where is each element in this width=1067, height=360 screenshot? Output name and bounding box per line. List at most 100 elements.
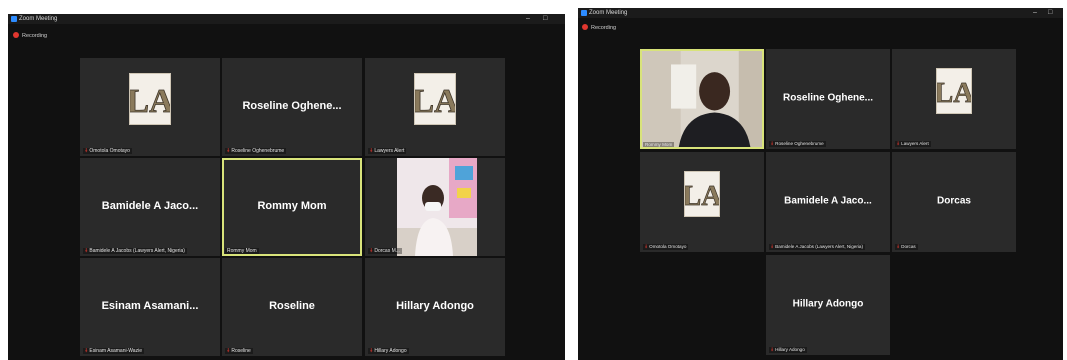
participant-tile[interactable]: LA ⸸Lawyers Alert — [892, 49, 1016, 149]
participant-display-name: Dorcas — [937, 195, 971, 207]
participant-name: Bamidele A Jacobs (Lawyers Alert, Nigeri… — [89, 248, 185, 254]
recording-indicator[interactable]: Recording — [13, 31, 48, 40]
participant-tile[interactable]: Roseline Oghene... ⸸ Roseline Oghenebrume — [222, 58, 362, 156]
participant-display-name: Hillary Adongo — [792, 298, 864, 310]
participant-name: Hillary Adongo — [374, 348, 407, 354]
record-icon — [13, 31, 19, 38]
participant-display-name: Rommy Mom — [257, 199, 327, 212]
participant-name-label: ⸸ Dorcas — [895, 244, 918, 250]
participant-name-label: ⸸ Roseline — [225, 348, 253, 354]
record-icon — [582, 23, 588, 30]
participant-name-label: ⸸ Omotola Omotayo — [83, 148, 132, 154]
title-bar: Zoom Meeting – □ — [8, 14, 565, 24]
minimize-button[interactable]: – — [526, 14, 530, 24]
participant-video — [397, 158, 477, 256]
participant-name: Bamidele A Jacobs (Lawyers Alert, Nigeri… — [775, 244, 863, 249]
participant-tile[interactable]: Rommy Mom — [640, 49, 764, 149]
participant-display-name: Bamidele A Jaco... — [784, 195, 872, 207]
zoom-window-right: Zoom Meeting – □ Recording Rommy Mom Rose… — [578, 8, 1063, 360]
muted-mic-icon: ⸸ — [897, 141, 900, 146]
maximize-button[interactable]: □ — [543, 14, 547, 24]
svg-text:LA: LA — [415, 83, 455, 120]
participant-name-label: ⸸ Roseline Oghenebrume — [225, 148, 287, 154]
title-bar: Zoom Meeting – □ — [578, 8, 1063, 18]
participant-tile[interactable]: Rommy Mom Rommy Mom — [222, 158, 362, 256]
muted-mic-icon: ⸸ — [897, 244, 900, 249]
participant-display-name: Roseline Oghene... — [242, 99, 342, 112]
participant-name: Esinam Asamani-Wazie — [89, 348, 142, 354]
participant-tile[interactable]: Bamidele A Jaco... ⸸ Bamidele A Jacobs (La… — [766, 152, 890, 252]
minimize-button[interactable]: – — [1033, 8, 1037, 18]
participant-tile[interactable]: LA ⸸Omotola Omotayo — [80, 58, 220, 156]
participant-tile[interactable]: Esinam Asamani... ⸸ Esinam Asamani-Wazie — [80, 258, 220, 356]
svg-text:LA: LA — [685, 180, 719, 212]
participant-name: Lawyers Alert — [901, 141, 929, 146]
participant-name-label: ⸸ Hillary Adongo — [769, 347, 807, 353]
muted-mic-icon: ⸸ — [227, 148, 230, 154]
muted-mic-icon: ⸸ — [370, 348, 373, 354]
muted-mic-icon: ⸸ — [645, 244, 648, 249]
muted-mic-icon: ⸸ — [370, 148, 373, 154]
participant-name: Roseline Oghenebrume — [231, 148, 285, 154]
participant-name: Omotola Omotayo — [649, 244, 687, 249]
lawyers-alert-logo: LA — [129, 73, 171, 126]
recording-indicator[interactable]: Recording — [582, 23, 617, 32]
participant-video — [642, 51, 762, 147]
participant-display-name: Roseline Oghene... — [782, 92, 874, 104]
participant-name-label: ⸸ Esinam Asamani-Wazie — [83, 348, 144, 354]
participant-tile[interactable]: LA ⸸Lawyers Alert — [365, 58, 505, 156]
participant-name-label: Rommy Mom — [225, 248, 259, 254]
muted-mic-icon: ⸸ — [771, 347, 774, 352]
window-title: Zoom Meeting — [589, 10, 628, 16]
participant-name: Roseline — [231, 348, 251, 354]
window-title: Zoom Meeting — [19, 16, 58, 22]
participant-display-name: Roseline — [269, 299, 315, 312]
muted-mic-icon: ⸸ — [227, 348, 230, 354]
zoom-window-left: Zoom Meeting – □ Recording LA ⸸ Omotola Om… — [8, 14, 565, 360]
participant-tile[interactable]: Hillary Adongo ⸸ Hillary Adongo — [365, 258, 505, 356]
muted-mic-icon: ⸸ — [370, 248, 373, 254]
muted-mic-icon: ⸸ — [85, 348, 88, 354]
participant-tile[interactable]: Roseline ⸸ Roseline — [222, 258, 362, 356]
participant-display-name: Bamidele A Jaco... — [101, 199, 199, 212]
participant-tile[interactable]: Roseline Oghene... ⸸ Roseline Oghenebrume — [766, 49, 890, 149]
participant-name-label: ⸸ Bamidele A Jacobs (Lawyers Alert, Niger… — [769, 244, 865, 250]
muted-mic-icon: ⸸ — [771, 141, 774, 146]
participant-name: Dorcas M... — [374, 248, 400, 254]
participant-name-label: ⸸ Lawyers Alert — [895, 141, 931, 147]
participant-name-label: ⸸ Roseline Oghenebrume — [769, 141, 826, 147]
participant-tile[interactable]: Bamidele A Jaco... ⸸ Bamidele A Jacobs (La… — [80, 158, 220, 256]
participant-tile[interactable]: Hillary Adongo ⸸ Hillary Adongo — [766, 255, 890, 355]
muted-mic-icon: ⸸ — [771, 244, 774, 249]
lawyers-alert-logo: LA — [936, 68, 972, 114]
participant-name-label: ⸸ Lawyers Alert — [368, 148, 407, 154]
participant-display-name: Esinam Asamani... — [101, 299, 199, 312]
zoom-app-icon — [581, 10, 587, 16]
muted-mic-icon: ⸸ — [85, 148, 88, 154]
lawyers-alert-logo: LA — [684, 171, 720, 217]
svg-text:LA: LA — [937, 77, 971, 109]
participant-name: Dorcas — [901, 244, 916, 249]
participant-name-label: ⸸ Hillary Adongo — [368, 348, 409, 354]
participant-name-label: ⸸ Omotola Omotayo — [643, 244, 689, 250]
participant-tile[interactable]: Dorcas ⸸ Dorcas — [892, 152, 1016, 252]
maximize-button[interactable]: □ — [1048, 8, 1052, 18]
participant-name: Roseline Oghenebrume — [775, 141, 824, 146]
participant-tile[interactable]: ⸸ Dorcas M... — [365, 158, 505, 256]
recording-label: Recording — [591, 25, 617, 31]
recording-label: Recording — [22, 33, 48, 39]
participant-name: Omotola Omotayo — [89, 148, 130, 154]
participant-name-label: Rommy Mom — [643, 142, 675, 147]
participant-tile[interactable]: LA ⸸Omotola Omotayo — [640, 152, 764, 252]
participant-name-label: ⸸ Dorcas M... — [368, 248, 402, 254]
participant-name: Rommy Mom — [227, 248, 257, 254]
svg-text:LA: LA — [130, 83, 170, 120]
participant-name: Lawyers Alert — [374, 148, 405, 154]
participant-display-name: Hillary Adongo — [396, 299, 474, 312]
lawyers-alert-logo: LA — [414, 73, 456, 126]
participant-name: Hillary Adongo — [775, 347, 805, 352]
participant-name-label: ⸸ Bamidele A Jacobs (Lawyers Alert, Niger… — [83, 248, 187, 254]
muted-mic-icon: ⸸ — [85, 248, 88, 254]
participant-name: Rommy Mom — [645, 142, 673, 147]
zoom-app-icon — [11, 16, 17, 22]
